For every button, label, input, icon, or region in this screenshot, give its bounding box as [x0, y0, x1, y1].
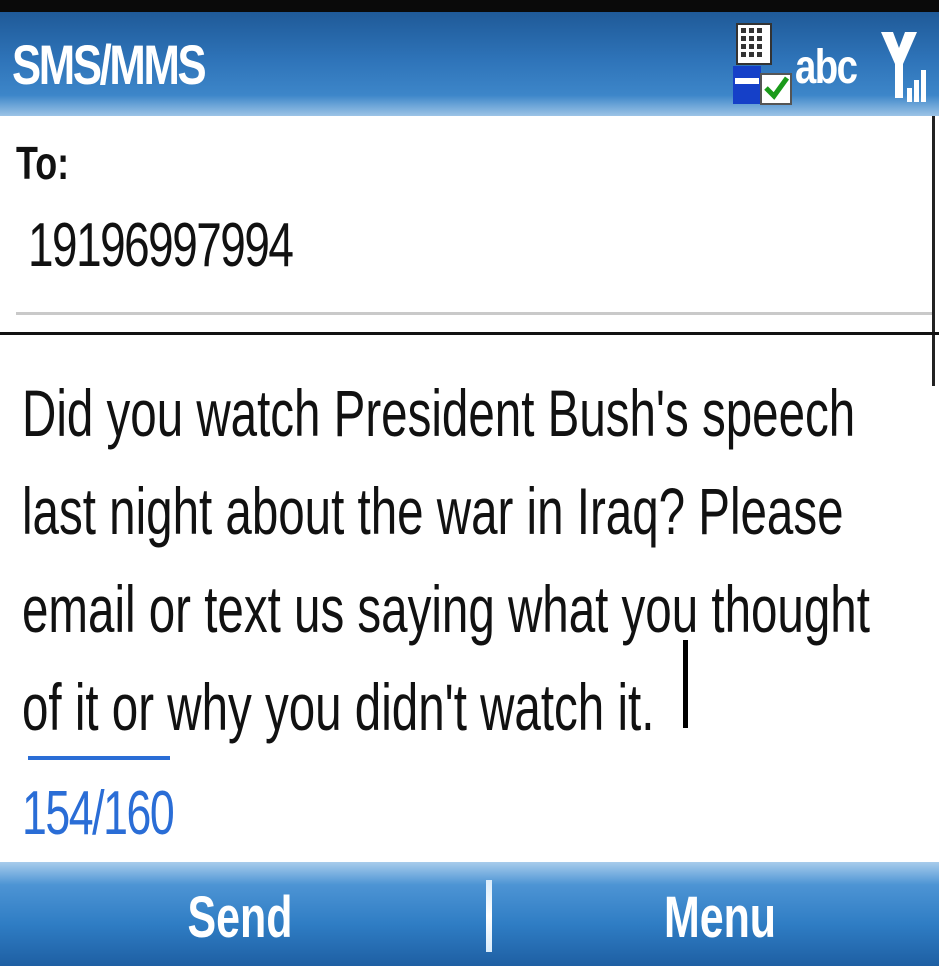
recipient-underline	[16, 312, 932, 315]
character-counter: 154/160	[22, 779, 175, 848]
input-mode-indicator: abc	[795, 41, 858, 94]
sms-compose-screen: SMS/MMS abc To: 19196997994 Did you watc…	[0, 0, 939, 966]
menu-softkey[interactable]: Menu	[631, 884, 809, 954]
recipient-field[interactable]: 19196997994	[28, 210, 294, 281]
message-line: of it or why you didn't watch it.	[22, 670, 655, 744]
title-bar: SMS/MMS abc	[0, 12, 939, 116]
status-icons: abc	[731, 22, 931, 114]
message-line: email or text us saying what you thought	[22, 572, 870, 646]
message-body-input[interactable]: Did you watch President Bush's speech la…	[22, 364, 886, 756]
section-divider	[0, 332, 939, 335]
send-softkey[interactable]: Send	[151, 884, 329, 954]
app-title: SMS/MMS	[12, 33, 207, 96]
keyboard-connected-icon	[733, 23, 792, 105]
message-line: last night about the war in Iraq? Please	[22, 474, 844, 548]
to-label: To:	[16, 137, 70, 189]
softkey-bar: Send Menu	[0, 862, 939, 966]
top-border	[0, 0, 939, 12]
message-line: Did you watch President Bush's speech	[22, 376, 856, 450]
counter-separator	[28, 756, 170, 760]
signal-strength-icon	[881, 32, 926, 102]
softkey-separator	[486, 880, 492, 952]
field-border	[932, 116, 935, 386]
text-cursor	[683, 640, 688, 728]
